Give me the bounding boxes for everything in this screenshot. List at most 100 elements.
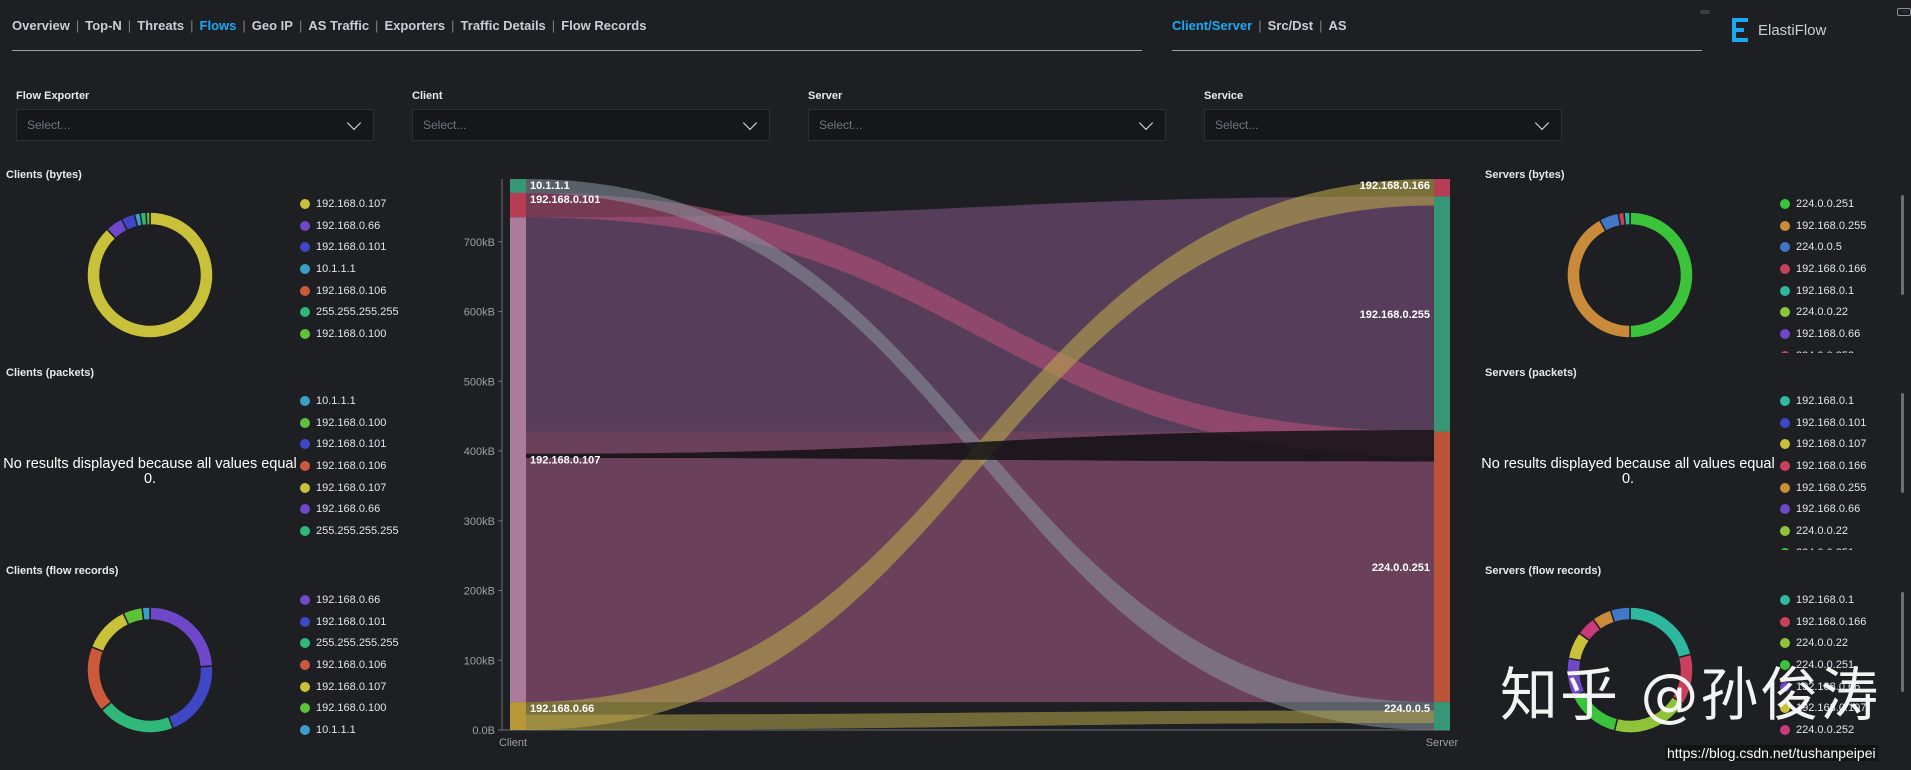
client-node-label: 10.1.1.1 [530, 180, 570, 192]
server-node-192-168-0-255[interactable] [1434, 196, 1450, 432]
legend-item[interactable]: 192.168.0.106 [300, 654, 430, 676]
legend-item[interactable]: 192.168.0.101 [300, 611, 430, 633]
donut-slice[interactable] [1609, 606, 1631, 624]
legend-item[interactable]: 255.255.255.255 [300, 632, 430, 654]
legend-color-dot [300, 594, 310, 605]
legend-item[interactable]: 192.168.0.66 [300, 589, 430, 611]
view-tab-client-server[interactable]: Client/Server [1172, 18, 1252, 33]
legend-item[interactable]: 192.168.0.166 [1780, 455, 1910, 477]
donut-slice[interactable] [167, 665, 214, 730]
legend-label: 192.168.0.107 [316, 680, 387, 693]
donut-slice[interactable] [90, 611, 130, 653]
main-tab-overview[interactable]: Overview [12, 18, 70, 33]
main-tab-top-n[interactable]: Top-N [85, 18, 122, 33]
legend-item[interactable]: 192.168.0.66 [1780, 323, 1910, 345]
legend-item[interactable]: 192.168.0.1 [1780, 390, 1910, 412]
main-tab-flows[interactable]: Flows [200, 18, 237, 33]
y-tick-label: 0.0B [472, 725, 495, 737]
view-tab-as[interactable]: AS [1329, 18, 1347, 33]
legend-item[interactable]: 192.168.0.107 [1780, 433, 1910, 455]
flow-exporter-select[interactable]: Select... [16, 109, 374, 141]
legend-item[interactable]: 224.0.0.252 [1780, 345, 1910, 353]
legend-color-dot [300, 659, 310, 670]
main-tab-geo-ip[interactable]: Geo IP [252, 18, 293, 33]
donut-slice[interactable] [141, 606, 151, 622]
main-tab-traffic-details[interactable]: Traffic Details [461, 18, 546, 33]
donut-slice[interactable] [86, 211, 214, 339]
legend-label: 255.255.255.255 [316, 306, 399, 319]
sankey-link[interactable] [526, 710, 1434, 730]
donut-slice[interactable] [86, 645, 113, 712]
main-tab-threats[interactable]: Threats [137, 18, 184, 33]
donut-slice[interactable] [1629, 211, 1694, 339]
legend-item[interactable]: 192.168.0.100 [300, 697, 430, 719]
legend-item[interactable]: 192.168.0.101 [300, 236, 430, 258]
client-node-192-168-0-101[interactable] [510, 192, 526, 218]
server-node-224-0-0-251[interactable] [1434, 431, 1450, 703]
legend-item[interactable]: 192.168.0.66 [300, 215, 430, 237]
legend-item[interactable]: 192.168.0.100 [300, 412, 430, 434]
legend-item[interactable]: 192.168.0.106 [300, 455, 430, 477]
legend-item[interactable]: 224.0.0.22 [1780, 301, 1910, 323]
server-node-224-0-0-5[interactable] [1434, 702, 1450, 730]
service-select[interactable]: Select... [1204, 109, 1562, 141]
legend-item[interactable]: 192.168.0.255 [1780, 215, 1910, 237]
donut-slice[interactable] [1566, 218, 1631, 339]
client-node-10-1-1-1[interactable] [510, 179, 526, 193]
legend-item[interactable]: 192.168.0.107 [300, 193, 430, 215]
brand-logo: ElastiFlow [1730, 16, 1826, 44]
main-tab-flow-records[interactable]: Flow Records [561, 18, 646, 33]
legend-item[interactable]: 10.1.1.1 [300, 719, 430, 741]
servers-flows-scrollbar[interactable] [1901, 592, 1904, 692]
legend-item[interactable]: 224.0.0.251 [1780, 542, 1910, 550]
x-axis-label-server: Server [1426, 737, 1459, 749]
main-tab-as-traffic[interactable]: AS Traffic [308, 18, 369, 33]
donut-slice[interactable] [145, 211, 151, 226]
donut-slice[interactable] [100, 700, 175, 734]
view-tab-src-dst[interactable]: Src/Dst [1268, 18, 1314, 33]
legend-item[interactable]: 224.0.0.22 [1780, 520, 1910, 542]
legend-item[interactable]: 192.168.0.101 [1780, 412, 1910, 434]
legend-item[interactable]: 224.0.0.251 [1780, 193, 1910, 215]
client-select[interactable]: Select... [412, 109, 770, 141]
legend-item[interactable]: 192.168.0.101 [300, 433, 430, 455]
client-node-192-168-0-107[interactable] [510, 217, 526, 703]
sankey-link[interactable] [526, 431, 1434, 703]
legend-item[interactable]: 10.1.1.1 [300, 258, 430, 280]
panel-handle[interactable] [1700, 10, 1710, 14]
legend-color-dot [1780, 594, 1790, 605]
legend-item[interactable]: 192.168.0.100 [300, 323, 430, 345]
legend-label: 192.168.0.101 [316, 615, 387, 628]
legend-color-dot [1780, 395, 1790, 406]
legend-color-dot [1780, 328, 1790, 339]
legend-color-dot [300, 482, 310, 493]
nav-separator: | [75, 18, 80, 33]
legend-label: 192.168.0.101 [316, 241, 387, 254]
legend-item[interactable]: 192.168.0.66 [300, 498, 430, 520]
servers-packets-scrollbar[interactable] [1901, 393, 1904, 493]
client-node-192-168-0-66[interactable] [510, 702, 526, 730]
legend-item[interactable]: 192.168.0.107 [300, 676, 430, 698]
servers-bytes-scrollbar[interactable] [1901, 195, 1904, 295]
legend-item[interactable]: 192.168.0.106 [300, 280, 430, 302]
legend-item[interactable]: 192.168.0.1 [1780, 280, 1910, 302]
legend-item[interactable]: 255.255.255.255 [300, 301, 430, 323]
donut-slice[interactable] [1623, 211, 1631, 227]
legend-item[interactable]: 192.168.0.166 [1780, 611, 1910, 633]
panel-menu-icon[interactable]: ⋯ [1897, 8, 1911, 16]
legend-item[interactable]: 192.168.0.66 [1780, 498, 1910, 520]
x-axis-label-client: Client [499, 737, 527, 749]
server-node-192-168-0-166[interactable] [1434, 179, 1450, 197]
legend-item[interactable]: 224.0.0.5 [1780, 236, 1910, 258]
donut-slice[interactable] [149, 606, 214, 668]
legend-item[interactable]: 192.168.0.255 [1780, 477, 1910, 499]
legend-color-dot [300, 263, 310, 274]
legend-item[interactable]: 192.168.0.107 [300, 477, 430, 499]
legend-item[interactable]: 255.255.255.255 [300, 520, 430, 542]
main-tab-exporters[interactable]: Exporters [384, 18, 445, 33]
server-select[interactable]: Select... [808, 109, 1166, 141]
legend-item[interactable]: 10.1.1.1 [300, 390, 430, 412]
legend-color-dot [1780, 242, 1790, 253]
legend-item[interactable]: 192.168.0.166 [1780, 258, 1910, 280]
legend-item[interactable]: 192.168.0.1 [1780, 589, 1910, 611]
